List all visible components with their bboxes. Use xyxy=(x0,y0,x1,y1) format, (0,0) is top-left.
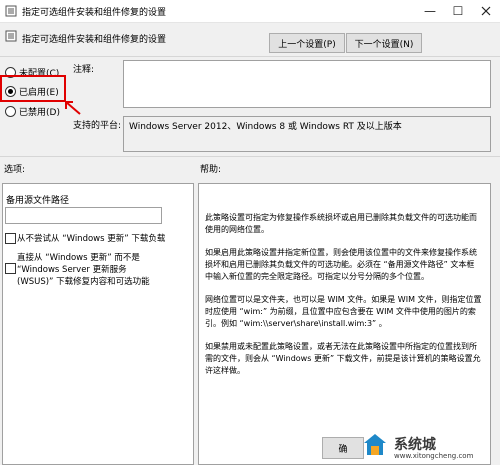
radio-indicator[interactable] xyxy=(5,106,16,117)
help-paragraph: 此策略设置可指定为修复操作系统损坏或启用已删除其负载文件的可选功能而使用的网络位… xyxy=(205,213,477,234)
never-download-from-windows-update-checkbox[interactable] xyxy=(5,233,16,244)
checkbox-label: 直接从 “Windows 更新” 而不是 xyxy=(17,253,140,263)
alternate-source-path-input[interactable] xyxy=(5,207,162,224)
watermark-title: 系统城 xyxy=(394,437,436,453)
options-panel xyxy=(2,183,194,465)
comment-label: 注释: xyxy=(73,65,95,75)
help-paragraph: 网络位置可以是文件夹，也可以是 WIM 文件。如果是 WIM 文件，则指定位置时… xyxy=(205,295,482,328)
help-label: 帮助: xyxy=(200,165,222,175)
options-label: 选项: xyxy=(4,165,26,175)
radio-label: 已禁用(D) xyxy=(19,108,60,118)
help-paragraph: 如果启用此策略设置并指定新位置，则会使用该位置中的文件来修复操作系统损坏和启用已… xyxy=(205,248,477,281)
platform-value: Windows Server 2012、Windows 8 或 Windows … xyxy=(123,116,491,152)
ok-button[interactable]: 确 xyxy=(322,437,364,459)
section-divider xyxy=(0,156,500,157)
help-panel: 此策略设置可指定为修复操作系统损坏或启用已删除其负载文件的可选功能而使用的网络位… xyxy=(198,183,491,465)
radio-disabled[interactable]: 已禁用(D) xyxy=(5,105,60,118)
next-setting-button[interactable]: 下一个设置(N) xyxy=(346,33,422,53)
comment-textarea[interactable] xyxy=(123,60,491,108)
watermark-logo-icon xyxy=(364,434,386,455)
maximize-button[interactable]: ☐ xyxy=(444,0,472,22)
help-paragraph: 如果禁用或未配置此策略设置，或者无法在此策略设置中所指定的位置找到所需的文件，则… xyxy=(205,342,481,375)
platform-label: 支持的平台: xyxy=(73,121,122,131)
minimize-button[interactable]: — xyxy=(416,0,444,22)
checkbox-label: “Windows Server 更新服务 xyxy=(17,265,127,275)
radio-indicator-selected[interactable] xyxy=(5,86,16,97)
checkbox-label: 从不尝试从 “Windows 更新” 下载负载 xyxy=(17,234,166,244)
alternate-source-path-label: 备用源文件路径 xyxy=(6,196,70,206)
close-icon xyxy=(481,6,491,16)
policy-icon xyxy=(5,30,17,42)
previous-setting-button[interactable]: 上一个设置(P) xyxy=(269,33,345,53)
checkbox-label: (WSUS)” 下载修复内容和可选功能 xyxy=(17,277,150,287)
radio-enabled[interactable]: 已启用(E) xyxy=(5,85,59,98)
red-arrow-icon xyxy=(65,101,81,115)
policy-icon xyxy=(5,5,17,17)
download-directly-from-windows-update-checkbox[interactable] xyxy=(5,263,16,274)
setting-title: 指定可选组件安装和组件修复的设置 xyxy=(22,35,167,45)
close-button[interactable] xyxy=(472,0,500,22)
watermark-url: www.xitongcheng.com xyxy=(394,452,474,460)
header-divider xyxy=(0,56,500,57)
window-title: 指定可选组件安装和组件修复的设置 xyxy=(22,8,167,18)
radio-label: 已启用(E) xyxy=(19,88,59,98)
